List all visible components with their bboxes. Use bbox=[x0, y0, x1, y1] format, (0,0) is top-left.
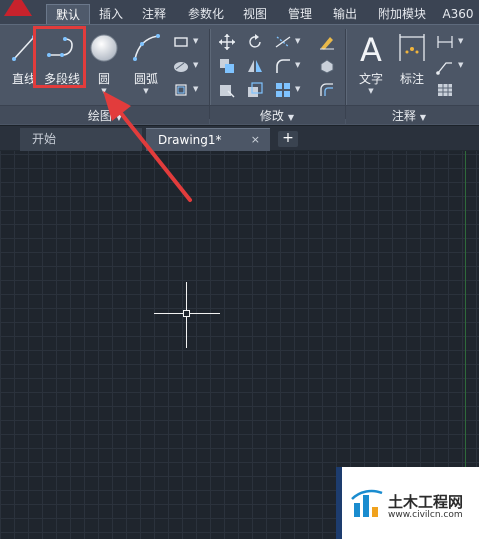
table-tool-button[interactable] bbox=[436, 81, 454, 99]
table-icon bbox=[438, 84, 452, 96]
modify-panel-title-text: 修改 bbox=[259, 109, 284, 123]
polyline-highlight-box bbox=[33, 26, 86, 88]
rectangle-tool-button[interactable] bbox=[172, 33, 190, 51]
caret-down-icon: ▼ bbox=[419, 113, 427, 122]
scale-tool-button[interactable] bbox=[246, 81, 264, 99]
dimension-icon bbox=[399, 34, 425, 61]
linear-dim-button[interactable] bbox=[436, 33, 454, 51]
tab-output[interactable]: 输出 bbox=[326, 4, 364, 24]
watermark: 土木工程网 www.civilcn.com bbox=[336, 467, 479, 539]
civilcn-logo-icon bbox=[351, 489, 383, 517]
watermark-title: 土木工程网 bbox=[388, 493, 464, 511]
arc-icon bbox=[133, 34, 160, 61]
close-icon[interactable]: × bbox=[251, 129, 260, 151]
caret-down-icon: ▼ bbox=[115, 113, 123, 122]
arc-dropdown-icon[interactable]: ▼ bbox=[124, 87, 168, 95]
new-tab-button[interactable]: + bbox=[278, 131, 298, 147]
leader-icon bbox=[436, 62, 452, 75]
text-icon: A bbox=[360, 31, 382, 65]
dimension-tool-label: 标注 bbox=[399, 72, 424, 86]
boundary-icon bbox=[175, 84, 187, 96]
offset-tool-button[interactable] bbox=[318, 81, 336, 99]
annotation-panel-title[interactable]: 注释 ▼ bbox=[380, 107, 438, 124]
circle-tool-label: 圆 bbox=[97, 72, 110, 86]
leader-dropdown-icon[interactable]: ▼ bbox=[458, 61, 463, 69]
explode-icon bbox=[320, 59, 334, 74]
modify-panel-title[interactable]: 修改 ▼ bbox=[248, 107, 306, 124]
boundary-dropdown-icon[interactable]: ▼ bbox=[193, 85, 198, 93]
circle-tool-button[interactable]: 圆 ▼ bbox=[82, 29, 126, 103]
fillet-icon bbox=[276, 59, 290, 73]
explode-tool-button[interactable] bbox=[318, 57, 336, 75]
tab-insert[interactable]: 插入 bbox=[92, 4, 130, 24]
fillet-dropdown-icon[interactable]: ▼ bbox=[295, 61, 300, 69]
array-icon bbox=[276, 83, 290, 97]
autocad-logo-icon bbox=[4, 0, 32, 16]
copy-icon bbox=[220, 59, 234, 73]
text-tool-label: 文字 bbox=[358, 72, 383, 86]
watermark-url: www.civilcn.com bbox=[388, 510, 463, 520]
annotation-panel-title-text: 注释 bbox=[391, 109, 416, 123]
erase-icon bbox=[320, 37, 334, 50]
leader-tool-button[interactable] bbox=[436, 57, 454, 75]
tab-a360[interactable]: A360 bbox=[438, 4, 478, 24]
svg-text:A: A bbox=[360, 31, 382, 65]
draw-panel-title-text: 绘图 bbox=[87, 109, 112, 123]
erase-tool-button[interactable] bbox=[318, 33, 336, 51]
linear-dim-dropdown-icon[interactable]: ▼ bbox=[458, 37, 463, 45]
arc-tool-label: 圆弧 bbox=[133, 72, 158, 86]
mirror-tool-button[interactable] bbox=[246, 57, 264, 75]
file-tab-bar: 开始 Drawing1* × + bbox=[0, 125, 479, 151]
array-tool-button[interactable] bbox=[274, 81, 292, 99]
caret-down-icon: ▼ bbox=[287, 113, 295, 122]
stretch-tool-button[interactable] bbox=[218, 81, 236, 99]
tab-annotate[interactable]: 注释 bbox=[134, 4, 174, 24]
tab-drawing1-label: Drawing1* bbox=[158, 133, 222, 147]
dimension-tool-button[interactable]: 标注 bbox=[390, 29, 434, 103]
text-dropdown-icon[interactable]: ▼ bbox=[349, 87, 393, 95]
move-icon bbox=[219, 34, 235, 50]
tab-view[interactable]: 视图 bbox=[236, 4, 274, 24]
fillet-tool-button[interactable] bbox=[274, 57, 292, 75]
offset-icon bbox=[320, 83, 333, 96]
copy-tool-button[interactable] bbox=[218, 57, 236, 75]
hatch-tool-button[interactable] bbox=[172, 57, 190, 75]
draw-panel-title[interactable]: 绘图 ▼ bbox=[80, 107, 130, 124]
tab-start-label: 开始 bbox=[32, 132, 57, 146]
rotate-icon bbox=[249, 34, 261, 48]
crosshair-pickbox bbox=[183, 310, 190, 317]
app-menu-button[interactable] bbox=[0, 0, 42, 24]
rotate-tool-button[interactable] bbox=[246, 33, 264, 51]
trim-dropdown-icon[interactable]: ▼ bbox=[295, 37, 300, 45]
circle-dropdown-icon[interactable]: ▼ bbox=[82, 87, 126, 95]
trim-icon bbox=[275, 36, 291, 48]
tab-default[interactable]: 默认 bbox=[46, 4, 90, 24]
arc-tool-button[interactable]: 圆弧 ▼ bbox=[124, 29, 168, 103]
watermark-stripe bbox=[336, 467, 342, 539]
scale-icon bbox=[248, 82, 263, 97]
tab-manage[interactable]: 管理 bbox=[280, 4, 320, 24]
trim-tool-button[interactable] bbox=[274, 33, 292, 51]
hatch-icon bbox=[174, 62, 188, 72]
boundary-tool-button[interactable] bbox=[172, 81, 190, 99]
array-dropdown-icon[interactable]: ▼ bbox=[295, 85, 300, 93]
tab-drawing1[interactable]: Drawing1* × bbox=[146, 128, 270, 151]
linear-dimension-icon bbox=[437, 36, 453, 48]
text-tool-button[interactable]: A 文字 ▼ bbox=[349, 29, 393, 103]
tab-addins[interactable]: 附加模块 bbox=[370, 4, 434, 24]
rectangle-icon bbox=[174, 37, 188, 47]
ribbon-tab-strip: 默认 插入 注释 参数化 视图 管理 输出 附加模块 A360 bbox=[0, 0, 479, 24]
tab-parametric[interactable]: 参数化 bbox=[180, 4, 232, 24]
move-tool-button[interactable] bbox=[218, 33, 236, 51]
tab-start[interactable]: 开始 bbox=[20, 128, 142, 151]
mirror-icon bbox=[248, 60, 262, 72]
stretch-icon bbox=[220, 85, 235, 98]
hatch-dropdown-icon[interactable]: ▼ bbox=[193, 61, 198, 69]
rectangle-dropdown-icon[interactable]: ▼ bbox=[193, 37, 198, 45]
circle-icon bbox=[90, 34, 118, 62]
